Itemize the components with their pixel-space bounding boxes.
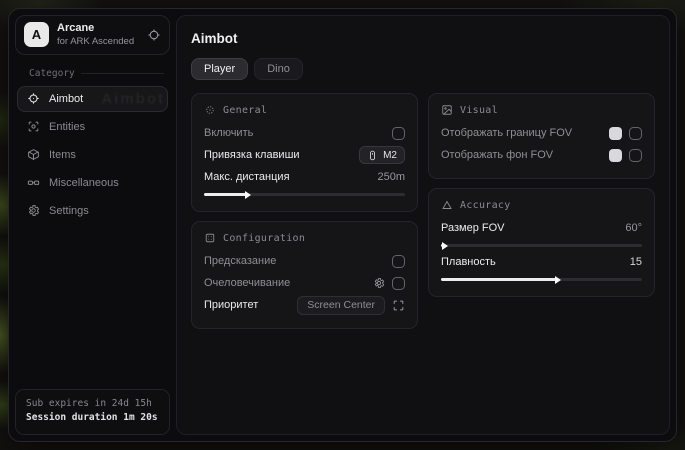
app-logo: A — [24, 22, 49, 47]
sidebar-item-label: Aimbot — [49, 93, 83, 105]
sidebar: A Arcane for ARK Ascended Category — [9, 9, 176, 441]
game-background: A Arcane for ARK Ascended Category — [0, 0, 685, 450]
image-icon — [441, 104, 453, 116]
fov-size-slider[interactable] — [441, 244, 642, 247]
app-name: Arcane — [57, 22, 139, 36]
configuration-card: Configuration Предсказание Очеловечивани… — [191, 221, 418, 329]
sidebar-item-aimbot[interactable]: Aimbot Aimbot — [17, 86, 168, 112]
enable-checkbox[interactable] — [392, 127, 405, 140]
tabs: Player Dino — [191, 58, 655, 80]
fov-bg-row: Отображать фон FOV — [441, 144, 642, 166]
aimbot-watermark: Aimbot — [101, 90, 165, 107]
slider-thumb[interactable] — [442, 242, 448, 250]
section-title: Visual — [460, 105, 498, 116]
sub-expiry: Sub expires in 24d 15h — [26, 397, 159, 412]
crosshair-dotted-icon — [204, 104, 216, 116]
sidebar-item-items[interactable]: Items — [17, 142, 168, 168]
priority-select[interactable]: Screen Center — [297, 296, 385, 315]
mouse-icon — [367, 150, 378, 161]
cheat-window: A Arcane for ARK Ascended Category — [8, 8, 677, 442]
section-title: Accuracy — [460, 200, 511, 211]
enable-row: Включить — [204, 122, 405, 144]
grid-icon — [204, 232, 216, 244]
fov-bg-checkbox[interactable] — [629, 149, 642, 162]
sidebar-item-miscellaneous[interactable]: Miscellaneous — [17, 170, 168, 196]
glasses-icon — [27, 176, 40, 189]
smoothness-slider[interactable] — [441, 278, 642, 281]
distance-row: Макс. дистанция 250m — [204, 166, 405, 188]
category-label: Category — [29, 68, 75, 79]
prediction-checkbox[interactable] — [392, 255, 405, 268]
smoothness-value: 15 — [630, 256, 642, 268]
humanize-row: Очеловечивание — [204, 272, 405, 294]
section-title: Configuration — [223, 233, 305, 244]
keybind-button[interactable]: M2 — [359, 146, 405, 164]
crosshair-icon[interactable] — [147, 28, 161, 42]
category-separator: Category — [23, 68, 164, 79]
humanize-checkbox[interactable] — [392, 277, 405, 290]
tab-dino[interactable]: Dino — [254, 58, 303, 80]
sidebar-item-label: Miscellaneous — [49, 177, 119, 189]
page-title: Aimbot — [191, 31, 655, 46]
keybind-row: Привязка клавиши M2 — [204, 144, 405, 166]
fov-bg-color-swatch[interactable] — [609, 149, 622, 162]
general-card: General Включить Привязка клавиши — [191, 93, 418, 212]
section-title: General — [223, 105, 267, 116]
fov-size-row: Размер FOV 60° — [441, 217, 642, 239]
smoothness-row: Плавность 15 — [441, 251, 642, 273]
tab-player[interactable]: Player — [191, 58, 248, 80]
fov-border-color-swatch[interactable] — [609, 127, 622, 140]
slider-thumb[interactable] — [245, 191, 251, 199]
sidebar-item-entities[interactable]: Entities — [17, 114, 168, 140]
fov-border-row: Отображать границу FOV — [441, 122, 642, 144]
sidebar-item-label: Items — [49, 149, 76, 161]
subscription-status: Sub expires in 24d 15h Session duration … — [15, 389, 170, 435]
triangle-icon — [441, 199, 453, 211]
sidebar-item-label: Entities — [49, 121, 85, 133]
crosshair-icon — [27, 92, 40, 105]
app-brand: A Arcane for ARK Ascended — [15, 15, 170, 55]
box-icon — [27, 148, 40, 161]
session-duration: Session duration 1m 20s — [26, 411, 159, 426]
sidebar-item-label: Settings — [49, 205, 89, 217]
distance-value: 250m — [377, 171, 405, 183]
accuracy-card: Accuracy Размер FOV 60° Плавность — [428, 188, 655, 297]
distance-slider[interactable] — [204, 193, 405, 196]
app-subtitle: for ARK Ascended — [57, 36, 139, 48]
gear-icon[interactable] — [373, 277, 385, 289]
expand-icon[interactable] — [392, 299, 405, 312]
sidebar-item-settings[interactable]: Settings — [17, 198, 168, 224]
scan-icon — [27, 120, 40, 133]
fov-border-checkbox[interactable] — [629, 127, 642, 140]
fov-size-value: 60° — [625, 222, 642, 234]
priority-row: Приоритет Screen Center — [204, 294, 405, 316]
prediction-row: Предсказание — [204, 250, 405, 272]
main-panel: Aimbot Player Dino — [176, 15, 670, 435]
visual-card: Visual Отображать границу FOV Отображать… — [428, 93, 655, 179]
sidebar-nav: Aimbot Aimbot Entities — [9, 86, 176, 224]
gear-icon — [27, 204, 40, 217]
slider-thumb[interactable] — [555, 276, 561, 284]
